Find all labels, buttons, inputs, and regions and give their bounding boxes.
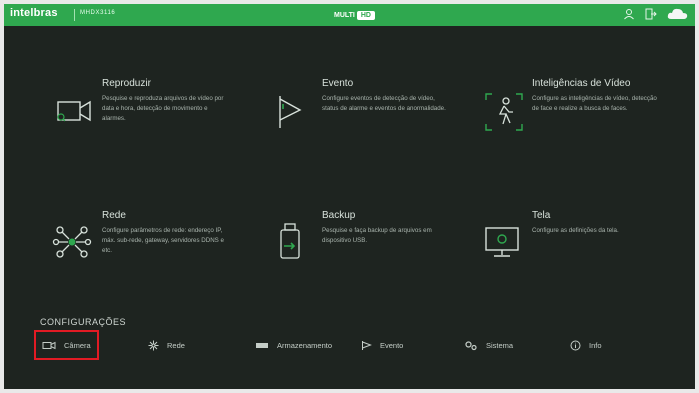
config-item-label: Evento [380, 340, 404, 350]
config-item-label: Rede [167, 340, 185, 350]
monitor-icon [482, 222, 526, 266]
config-item-evento[interactable]: Evento [361, 332, 403, 358]
info-icon [570, 340, 581, 351]
playback-camera-icon [52, 90, 96, 134]
config-item-rede[interactable]: Rede [148, 332, 185, 358]
product-title-badge: HD [356, 10, 375, 20]
config-heading: CONFIGURAÇÕES [40, 317, 127, 327]
module-title: Reproduzir [102, 78, 151, 89]
usb-backup-icon [272, 222, 316, 266]
config-bar: Câmera Rede Armazenamento Evento Sistema [34, 330, 676, 360]
module-description: Configure parâmetros de rede: endereço I… [102, 227, 224, 254]
logout-icon[interactable] [645, 8, 657, 20]
config-item-label: Armazenamento [277, 340, 333, 350]
module-inteligencias-de-video[interactable]: Inteligências de Vídeo Configure as inte… [482, 78, 682, 210]
device-model: MHDX3116 [80, 10, 116, 16]
camera-icon [42, 341, 56, 350]
module-description: Pesquise e faça backup de arquivos em di… [322, 227, 432, 244]
screenshot-frame: intelbras MHDX3116 MULTI HD Reproduzir P… [0, 0, 699, 393]
config-item-sistema[interactable]: Sistema [464, 332, 513, 358]
module-title: Rede [102, 210, 126, 221]
module-description: Pesquise e reproduza arquivos de vídeo p… [102, 95, 224, 122]
storage-icon [255, 341, 269, 349]
module-title: Backup [322, 210, 356, 221]
network-icon [52, 222, 96, 266]
user-icon[interactable] [623, 8, 635, 20]
event-small-icon [361, 340, 372, 351]
gears-icon [464, 340, 478, 351]
module-backup[interactable]: Backup Pesquise e faça backup de arquivo… [272, 210, 472, 342]
config-item-label: Info [589, 340, 602, 350]
person-detect-icon [482, 90, 526, 134]
module-description: Configure as inteligências de vídeo, det… [532, 95, 657, 112]
config-item-label: Sistema [486, 340, 514, 350]
config-item-label: Câmera [64, 340, 91, 350]
module-tela[interactable]: Tela Configure as definições da tela. [482, 210, 682, 342]
module-title: Evento [322, 78, 354, 89]
module-description: Configure as definições da tela. [532, 227, 619, 234]
brand-separator [74, 9, 75, 21]
cloud-icon[interactable] [667, 7, 689, 20]
top-bar: intelbras MHDX3116 MULTI HD [4, 4, 695, 26]
module-title: Tela [532, 210, 551, 221]
network-small-icon [148, 340, 159, 351]
config-item-camera[interactable]: Câmera [34, 330, 99, 360]
module-title: Inteligências de Vídeo [532, 78, 631, 89]
module-reproduzir[interactable]: Reproduzir Pesquise e reproduza arquivos… [52, 78, 252, 210]
product-title: MULTI HD [334, 9, 375, 21]
topbar-icons [623, 7, 689, 20]
brand-logo: intelbras [10, 7, 58, 19]
module-description: Configure eventos de detecção de vídeo, … [322, 95, 446, 112]
config-item-info[interactable]: Info [570, 332, 602, 358]
event-flag-icon [272, 90, 316, 134]
product-title-main: MULTI [334, 11, 355, 19]
dvr-main-menu: intelbras MHDX3116 MULTI HD Reproduzir P… [4, 4, 695, 389]
config-item-armazenamento[interactable]: Armazenamento [255, 332, 332, 358]
module-evento[interactable]: Evento Configure eventos de detecção de … [272, 78, 472, 210]
